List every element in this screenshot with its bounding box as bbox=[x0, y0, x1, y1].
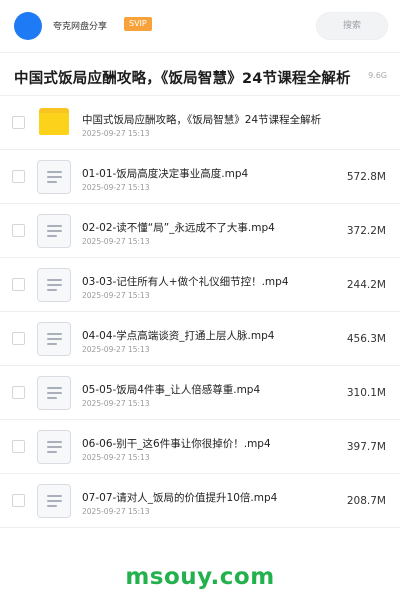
file-document-icon bbox=[37, 160, 71, 194]
item-name[interactable]: 01-01-饭局高度决定事业高度.mp4 bbox=[82, 166, 248, 181]
checkbox[interactable] bbox=[12, 170, 25, 183]
file-document-icon bbox=[37, 376, 71, 410]
item-name[interactable]: 05-05-饭局4件事_让人倍感尊重.mp4 bbox=[82, 382, 260, 397]
checkbox[interactable] bbox=[12, 494, 25, 507]
item-name[interactable]: 中国式饭局应酬攻略，《饭局智慧》24节课程全解析 bbox=[82, 112, 321, 127]
file-document-icon bbox=[37, 484, 71, 518]
total-size: 9.6G bbox=[368, 71, 387, 80]
list-item[interactable]: 06-06-别干_这6件事让你很掉价！.mp4 2025-09-27 15:13… bbox=[0, 420, 400, 474]
share-name: 夸克网盘分享 bbox=[53, 22, 108, 32]
item-name[interactable]: 04-04-学点高端谈资_打通上层人脉.mp4 bbox=[82, 328, 274, 343]
item-date: 2025-09-27 15:13 bbox=[82, 507, 150, 516]
checkbox[interactable] bbox=[12, 440, 25, 453]
file-document-icon bbox=[37, 322, 71, 356]
item-size: 244.2M bbox=[346, 279, 386, 291]
item-date: 2025-09-27 15:13 bbox=[82, 183, 150, 192]
item-size: 372.2M bbox=[346, 225, 386, 237]
item-name[interactable]: 06-06-别干_这6件事让你很掉价！.mp4 bbox=[82, 436, 271, 451]
list-item[interactable]: 01-01-饭局高度决定事业高度.mp4 2025-09-27 15:13 57… bbox=[0, 150, 400, 204]
item-name[interactable]: 07-07-请对人_饭局的价值提升10倍.mp4 bbox=[82, 490, 277, 505]
item-date: 2025-09-27 15:13 bbox=[82, 453, 150, 462]
list-item[interactable]: 04-04-学点高端谈资_打通上层人脉.mp4 2025-09-27 15:13… bbox=[0, 312, 400, 366]
item-size: 572.8M bbox=[346, 171, 386, 183]
item-date: 2025-09-27 15:13 bbox=[82, 129, 150, 138]
checkbox[interactable] bbox=[12, 116, 25, 129]
checkbox[interactable] bbox=[12, 386, 25, 399]
item-size: 208.7M bbox=[346, 495, 386, 507]
item-name[interactable]: 02-02-读不懂“局”_永远成不了大事.mp4 bbox=[82, 220, 275, 235]
item-date: 2025-09-27 15:13 bbox=[82, 399, 150, 408]
list-item[interactable]: 03-03-记住所有人+做个礼仪细节控！.mp4 2025-09-27 15:1… bbox=[0, 258, 400, 312]
avatar[interactable] bbox=[14, 12, 42, 40]
file-document-icon bbox=[37, 268, 71, 302]
item-size: 397.7M bbox=[346, 441, 386, 453]
item-size: 456.3M bbox=[346, 333, 386, 345]
checkbox[interactable] bbox=[12, 224, 25, 237]
title-bar: 中国式饭局应酬攻略，《饭局智慧》24节课程全解析 9.6G bbox=[0, 52, 400, 96]
app-header: 夸克网盘分享 SVIP 搜索 bbox=[0, 0, 400, 50]
file-document-icon bbox=[37, 214, 71, 248]
file-document-icon bbox=[37, 430, 71, 464]
watermark-text: msouy.com bbox=[125, 564, 275, 590]
vip-badge: SVIP bbox=[124, 17, 152, 31]
item-date: 2025-09-27 15:13 bbox=[82, 345, 150, 354]
list-item[interactable]: 07-07-请对人_饭局的价值提升10倍.mp4 2025-09-27 15:1… bbox=[0, 474, 400, 528]
list-item-folder[interactable]: 中国式饭局应酬攻略，《饭局智慧》24节课程全解析 2025-09-27 15:1… bbox=[0, 96, 400, 150]
folder-icon bbox=[39, 108, 69, 135]
search-input[interactable]: 搜索 bbox=[316, 12, 388, 40]
checkbox[interactable] bbox=[12, 278, 25, 291]
item-date: 2025-09-27 15:13 bbox=[82, 291, 150, 300]
item-date: 2025-09-27 15:13 bbox=[82, 237, 150, 246]
item-size: 310.1M bbox=[346, 387, 386, 399]
page-title: 中国式饭局应酬攻略，《饭局智慧》24节课程全解析 bbox=[14, 71, 351, 87]
list-item[interactable]: 02-02-读不懂“局”_永远成不了大事.mp4 2025-09-27 15:1… bbox=[0, 204, 400, 258]
file-list: 中国式饭局应酬攻略，《饭局智慧》24节课程全解析 2025-09-27 15:1… bbox=[0, 96, 400, 528]
item-name[interactable]: 03-03-记住所有人+做个礼仪细节控！.mp4 bbox=[82, 274, 289, 289]
list-item[interactable]: 05-05-饭局4件事_让人倍感尊重.mp4 2025-09-27 15:13 … bbox=[0, 366, 400, 420]
checkbox[interactable] bbox=[12, 332, 25, 345]
